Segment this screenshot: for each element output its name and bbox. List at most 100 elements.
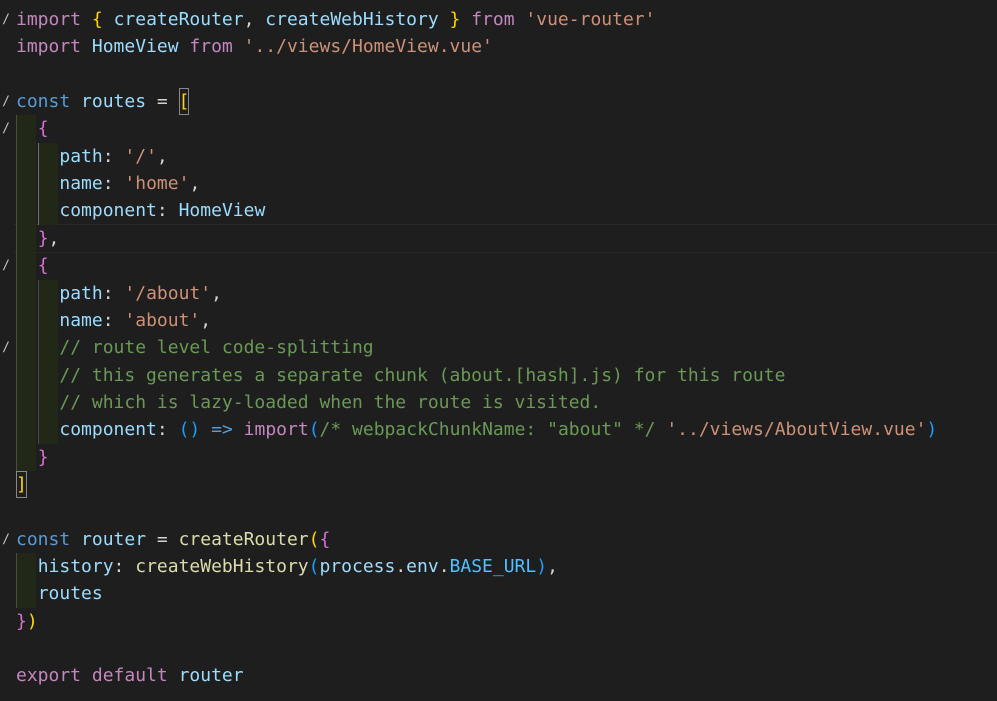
code-line[interactable]: const router = createRouter({ bbox=[16, 526, 330, 553]
code-editor[interactable]: ∕ ∕ ∕ ∕ ∕ ∕ import { createRouter, createWebH… bbox=[0, 0, 997, 701]
code-token: '/' bbox=[124, 145, 157, 167]
code-token: : bbox=[156, 419, 179, 441]
code-line[interactable]: path: '/', bbox=[16, 143, 168, 170]
code-token: ( bbox=[308, 528, 320, 550]
code-token: } bbox=[16, 610, 27, 632]
code-token: process bbox=[319, 556, 396, 577]
code-token: , bbox=[547, 556, 558, 577]
code-token: , bbox=[48, 227, 60, 249]
fold-chevron-icon[interactable]: ∕ bbox=[0, 88, 12, 115]
fold-chevron-icon[interactable]: ∕ bbox=[0, 252, 12, 279]
fold-chevron-icon[interactable]: ∕ bbox=[0, 334, 12, 361]
code-line[interactable]: }, bbox=[16, 225, 60, 252]
code-line[interactable]: // route level code-splitting bbox=[16, 334, 374, 361]
code-token: } bbox=[37, 227, 49, 249]
code-token: = bbox=[146, 528, 179, 550]
code-line[interactable]: path: '/about', bbox=[16, 280, 222, 307]
current-line-highlight bbox=[14, 223, 997, 254]
code-token: : bbox=[102, 282, 125, 304]
code-token: from bbox=[471, 9, 515, 30]
code-token: HomeView bbox=[178, 200, 266, 222]
code-token: : bbox=[102, 309, 125, 331]
code-token: => bbox=[211, 419, 233, 441]
code-token: , bbox=[243, 9, 266, 30]
code-token: { bbox=[37, 118, 49, 140]
code-token: createWebHistory bbox=[135, 556, 309, 577]
code-token: ( bbox=[308, 419, 320, 441]
code-token: : bbox=[113, 556, 136, 577]
code-line[interactable]: routes bbox=[16, 580, 103, 607]
code-line[interactable]: { bbox=[16, 115, 49, 142]
fold-chevron-icon[interactable]: ∕ bbox=[0, 6, 12, 33]
code-token: env bbox=[406, 556, 439, 577]
code-line[interactable]: component: () => import(/* webpackChunkN… bbox=[16, 416, 937, 443]
code-token: , bbox=[156, 145, 168, 167]
code-token: router bbox=[81, 528, 147, 550]
code-line[interactable]: name: 'about', bbox=[16, 307, 211, 334]
code-token: } bbox=[449, 9, 461, 30]
code-line[interactable]: import HomeView from '../views/HomeView.… bbox=[16, 33, 493, 60]
code-token: import bbox=[16, 9, 82, 30]
code-line[interactable]: component: HomeView bbox=[16, 197, 265, 224]
code-token: path bbox=[59, 282, 103, 304]
code-line[interactable]: const routes = [ bbox=[16, 88, 190, 116]
code-token: const bbox=[16, 91, 71, 113]
code-token: . bbox=[438, 556, 450, 577]
code-token: history bbox=[37, 556, 114, 577]
code-token: : bbox=[102, 173, 125, 195]
code-token: () bbox=[178, 419, 201, 441]
fold-chevron-icon[interactable]: ∕ bbox=[0, 115, 12, 142]
code-line[interactable]: export default router bbox=[16, 662, 244, 689]
code-line[interactable]: import { createRouter, createWebHistory … bbox=[16, 6, 655, 33]
code-token: { bbox=[37, 255, 49, 277]
code-line[interactable]: // which is lazy-loaded when the route i… bbox=[16, 389, 601, 416]
code-token: export bbox=[16, 665, 82, 687]
code-token: { bbox=[319, 528, 331, 550]
code-token: . bbox=[395, 556, 407, 577]
code-token: routes bbox=[37, 583, 103, 605]
code-line[interactable]: ] bbox=[16, 470, 27, 498]
code-line[interactable]: { bbox=[16, 252, 49, 279]
code-line[interactable]: } bbox=[16, 444, 49, 471]
code-line[interactable]: // this generates a separate chunk (abou… bbox=[16, 362, 785, 389]
code-token: { bbox=[91, 9, 103, 30]
code-token: routes bbox=[81, 91, 147, 113]
code-token: default bbox=[91, 665, 168, 687]
code-token: name bbox=[59, 173, 103, 195]
code-token: , bbox=[200, 309, 212, 331]
code-token: name bbox=[59, 309, 103, 331]
code-token: /* webpackChunkName: "about" */ bbox=[319, 419, 656, 441]
code-line[interactable]: }) bbox=[16, 608, 38, 635]
code-token: , bbox=[189, 173, 201, 195]
code-line[interactable]: history: createWebHistory(process.env.BA… bbox=[16, 553, 558, 580]
code-token: router bbox=[178, 665, 244, 687]
code-token: '../views/AboutView.vue' bbox=[666, 419, 927, 441]
code-token: 'vue-router' bbox=[525, 9, 656, 30]
code-token: import bbox=[16, 36, 82, 58]
code-token: // route level code-splitting bbox=[59, 337, 374, 359]
code-line[interactable]: name: 'home', bbox=[16, 170, 200, 197]
code-token: ] bbox=[16, 470, 27, 498]
fold-chevron-icon[interactable]: ∕ bbox=[0, 526, 12, 553]
